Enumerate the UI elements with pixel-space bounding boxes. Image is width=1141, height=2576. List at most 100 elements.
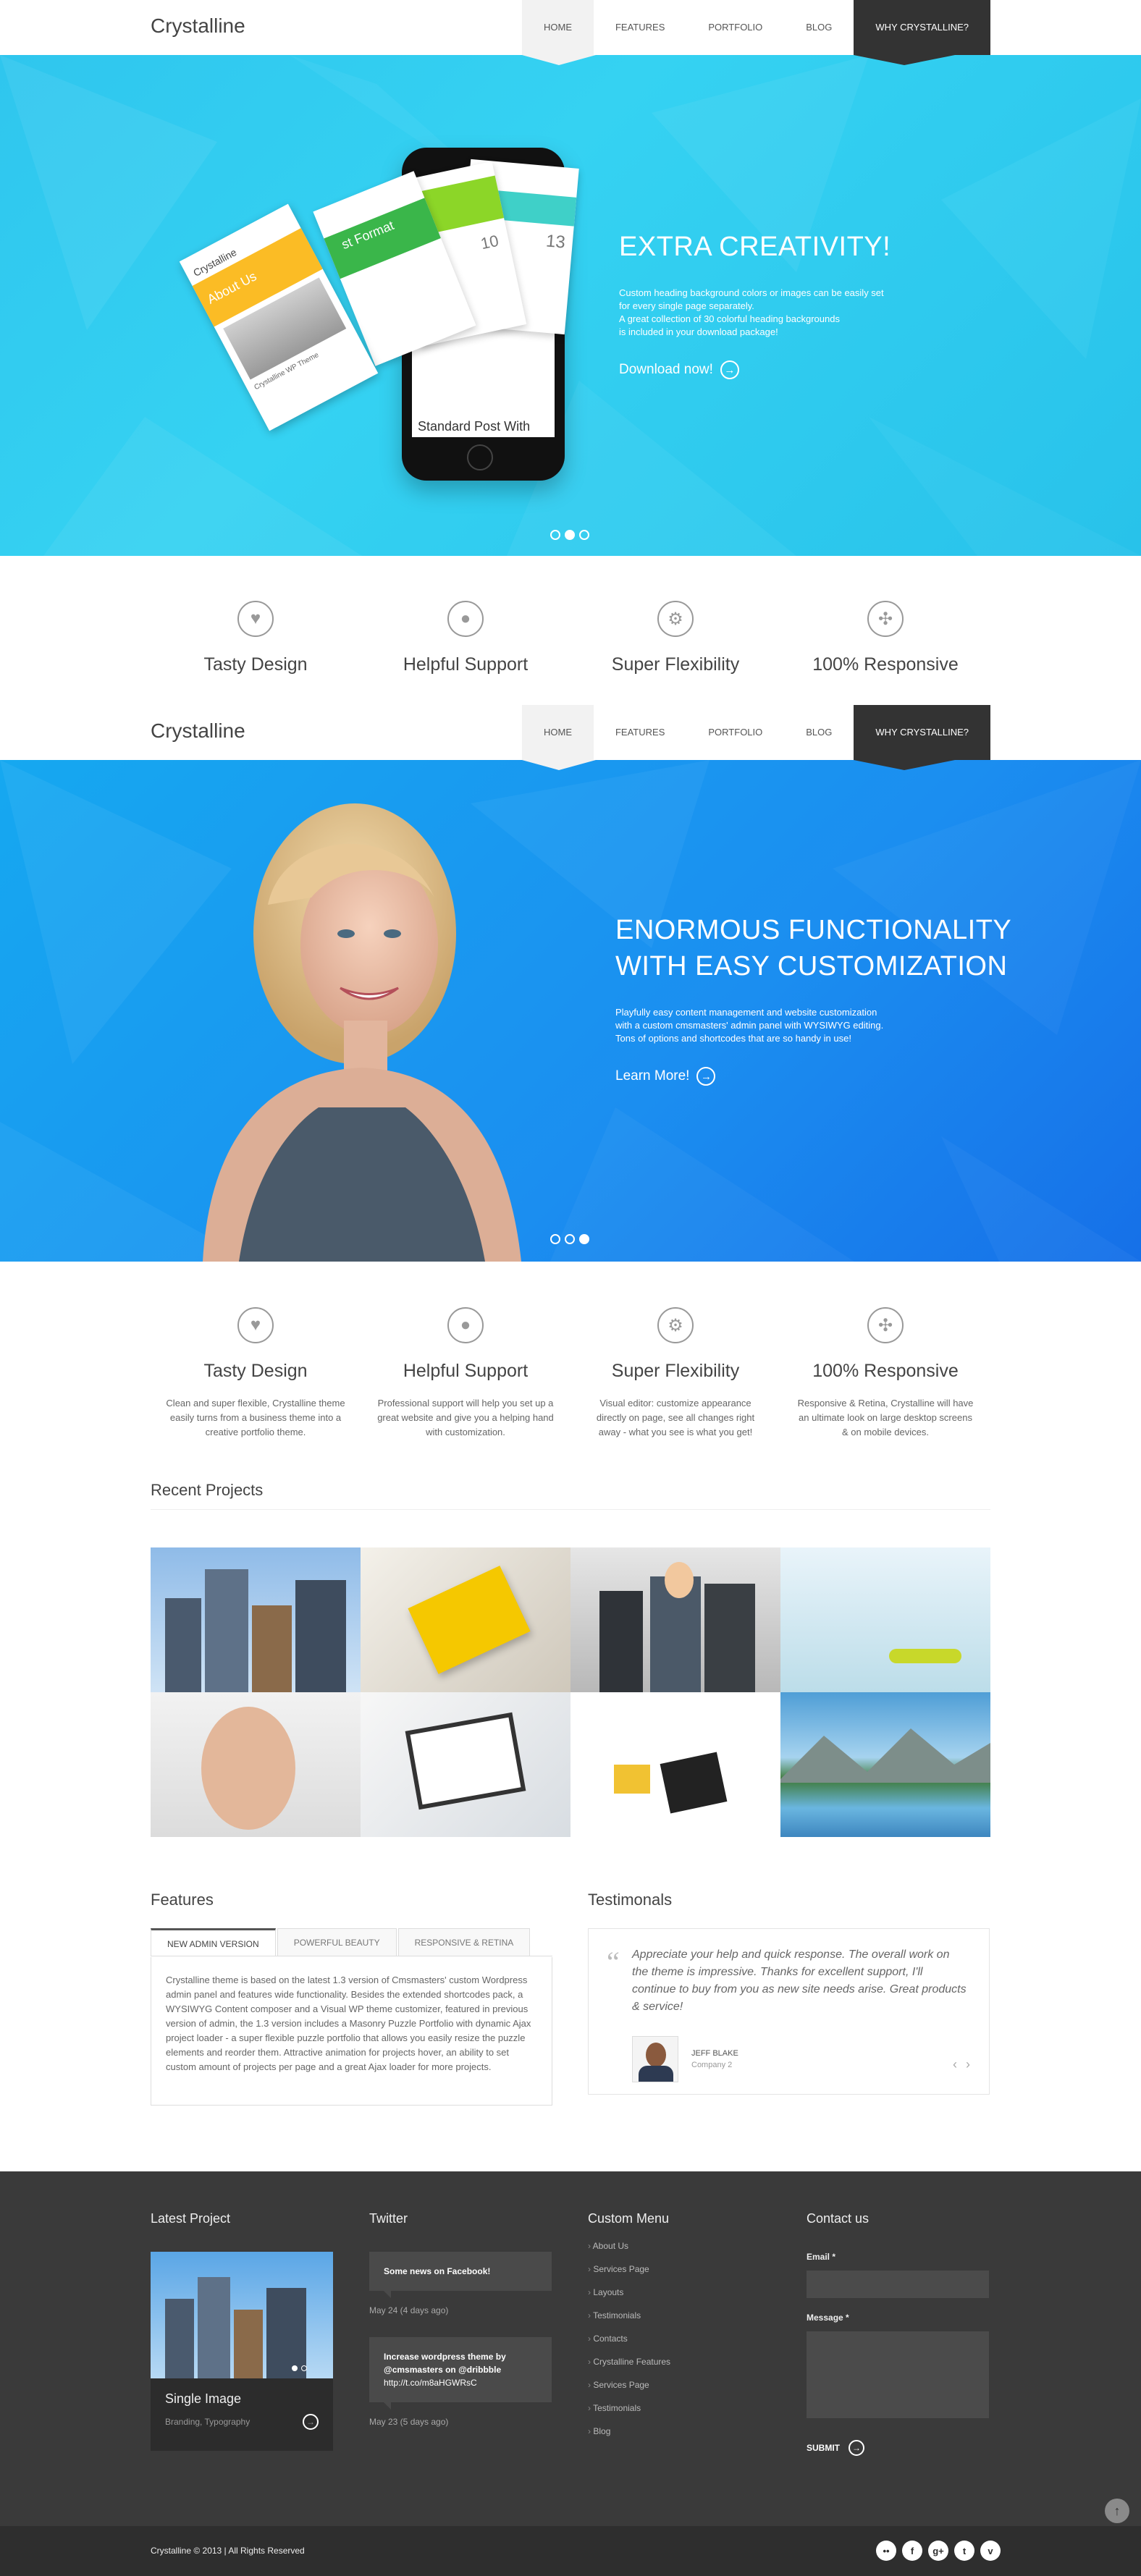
tab-responsive-retina[interactable]: RESPONSIVE & RETINA	[397, 1928, 531, 1956]
woman-portrait	[203, 803, 521, 1262]
heart-icon: ♥	[237, 601, 274, 637]
vimeo-icon[interactable]: v	[980, 2541, 1001, 2561]
tab-content: Crystalline theme is based on the latest…	[151, 1957, 552, 2106]
avatar	[632, 2036, 678, 2082]
features-row: ♥ Tasty Design Clean and super flexible,…	[151, 1307, 990, 1440]
arrow-right-icon: →	[696, 1067, 716, 1086]
copyright: Crystalline © 2013 | All Rights Reserved	[151, 2546, 305, 2556]
menu-item[interactable]: Services Page	[588, 2264, 776, 2274]
project-tile-man-portrait[interactable]	[151, 1692, 361, 1837]
latest-project-card[interactable]: Single Image Branding, Typography →	[151, 2252, 333, 2451]
nav-home[interactable]: HOME	[521, 705, 596, 770]
feature-responsive: ✣ 100% Responsive	[780, 601, 990, 675]
logo[interactable]: Crystalline	[151, 719, 245, 743]
nav-home[interactable]: HOME	[521, 0, 596, 65]
facet-background	[0, 55, 1141, 556]
download-now-link[interactable]: Download now! →	[619, 360, 901, 379]
tab-new-admin-version[interactable]: NEW ADMIN VERSION	[151, 1928, 276, 1956]
project-tile-mountains[interactable]	[780, 1692, 990, 1837]
project-tile-business-team[interactable]	[570, 1547, 780, 1692]
nav-features[interactable]: FEATURES	[594, 705, 686, 760]
slide-2-description: Playfully easy content management and we…	[615, 1007, 884, 1044]
googleplus-icon[interactable]: g+	[928, 2541, 948, 2561]
project-tile-notes[interactable]	[361, 1547, 570, 1692]
projects-grid	[151, 1547, 990, 1837]
nav-portfolio[interactable]: PORTFOLIO	[686, 705, 784, 760]
tweet: Some news on Facebook!	[369, 2252, 552, 2298]
feature-tasty-design: ♥ Tasty Design Clean and super flexible,…	[151, 1307, 361, 1440]
slide-2-text: ENORMOUS FUNCTIONALITY WITH EASY CUSTOMI…	[615, 912, 1011, 1086]
feature-tasty-design: ♥ Tasty Design	[151, 601, 361, 675]
facebook-icon[interactable]: f	[902, 2541, 922, 2561]
bottom-bar: Crystalline © 2013 | All Rights Reserved…	[0, 2526, 1141, 2576]
sticky-header: Crystalline HOME FEATURES PORTFOLIO BLOG…	[0, 705, 1141, 770]
flickr-icon[interactable]: ••	[876, 2541, 896, 2561]
menu-item[interactable]: Contacts	[588, 2334, 776, 2344]
message-field[interactable]	[807, 2331, 989, 2418]
message-label: Message *	[807, 2313, 849, 2323]
user-icon: ●	[447, 601, 484, 637]
slide-1-description: Custom heading background colors or imag…	[619, 287, 884, 337]
nav-blog[interactable]: BLOG	[784, 0, 854, 55]
learn-more-link[interactable]: Learn More! →	[615, 1067, 1011, 1086]
main-nav: HOME FEATURES PORTFOLIO BLOG WHY CRYSTAL…	[521, 705, 990, 770]
menu-item[interactable]: About Us	[588, 2241, 776, 2251]
chevron-left-icon[interactable]: ‹	[953, 2057, 957, 2072]
tweet-date: May 23 (5 days ago)	[369, 2417, 449, 2427]
twitter-icon[interactable]: t	[954, 2541, 974, 2561]
nav-blog[interactable]: BLOG	[784, 705, 854, 760]
slider-dots	[550, 1234, 589, 1244]
arrow-right-icon: →	[720, 360, 739, 379]
footer-contact: Contact us Email * Message * SUBMIT →	[807, 2211, 995, 2456]
arrow-right-icon[interactable]: →	[303, 2414, 319, 2430]
project-thumbnail	[151, 2252, 333, 2378]
arrow-right-icon: →	[849, 2440, 864, 2456]
quote-icon: “	[607, 1946, 620, 1978]
submit-button[interactable]: SUBMIT →	[807, 2440, 995, 2456]
slider-dot-2[interactable]	[565, 1234, 575, 1244]
features-tabs: NEW ADMIN VERSION POWERFUL BEAUTY RESPON…	[151, 1928, 552, 1956]
chevron-right-icon[interactable]: ›	[966, 2057, 970, 2072]
project-tile-house-box[interactable]	[570, 1692, 780, 1837]
testimonial-author: JEFF BLAKE Company 2	[632, 2036, 969, 2082]
scroll-to-top-button[interactable]: ↑	[1105, 2499, 1129, 2523]
user-icon: ●	[447, 1307, 484, 1343]
menu-item[interactable]: Testimonials	[588, 2403, 776, 2413]
slider-dot-3[interactable]	[579, 1234, 589, 1244]
logo[interactable]: Crystalline	[151, 14, 245, 38]
menu-item[interactable]: Crystalline Features	[588, 2357, 776, 2367]
feature-helpful-support: ● Helpful Support Professional support w…	[361, 1307, 570, 1440]
menu-item[interactable]: Testimonials	[588, 2310, 776, 2320]
feature-helpful-support: ● Helpful Support	[361, 601, 570, 675]
slider-dot-1[interactable]	[550, 1234, 560, 1244]
testimonial-box: “ Appreciate your help and quick respons…	[588, 1928, 990, 2095]
slider-dot-2[interactable]	[565, 530, 575, 540]
expand-icon: ✣	[867, 601, 904, 637]
project-tile-office[interactable]	[780, 1547, 990, 1692]
recent-projects-title: Recent Projects	[151, 1481, 264, 1499]
nav-portfolio[interactable]: PORTFOLIO	[686, 0, 784, 55]
phone-post-title: Standard Post With	[418, 419, 531, 434]
project-tile-buildings[interactable]	[151, 1547, 361, 1692]
author-name: JEFF BLAKE	[691, 2049, 738, 2058]
footer-custom-menu: Custom Menu About Us Services Page Layou…	[588, 2211, 776, 2436]
menu-item[interactable]: Layouts	[588, 2287, 776, 2297]
testimonials-title: Testimonals	[588, 1891, 673, 1909]
slider-dot-1[interactable]	[550, 530, 560, 540]
hero-slide-2: ENORMOUS FUNCTIONALITY WITH EASY CUSTOMI…	[0, 760, 1141, 1262]
project-tile-tablet[interactable]	[361, 1692, 570, 1837]
menu-item[interactable]: Blog	[588, 2426, 776, 2436]
nav-why-crystalline[interactable]: WHY CRYSTALLINE?	[854, 705, 990, 770]
menu-item[interactable]: Services Page	[588, 2380, 776, 2390]
tweet: Increase wordpress theme by @cmsmasters …	[369, 2337, 552, 2410]
slide-2-title: ENORMOUS FUNCTIONALITY WITH EASY CUSTOMI…	[615, 915, 1012, 981]
nav-features[interactable]: FEATURES	[594, 0, 686, 55]
email-field[interactable]	[807, 2271, 989, 2298]
expand-icon: ✣	[867, 1307, 904, 1343]
nav-why-crystalline[interactable]: WHY CRYSTALLINE?	[854, 0, 990, 65]
main-nav: HOME FEATURES PORTFOLIO BLOG WHY CRYSTAL…	[521, 0, 990, 65]
slider-dot-3[interactable]	[579, 530, 589, 540]
testimonial-nav: ‹ ›	[953, 2057, 970, 2072]
features-row-1: ♥ Tasty Design ● Helpful Support ⚙ Super…	[151, 601, 990, 675]
tab-powerful-beauty[interactable]: POWERFUL BEAUTY	[277, 1928, 397, 1956]
